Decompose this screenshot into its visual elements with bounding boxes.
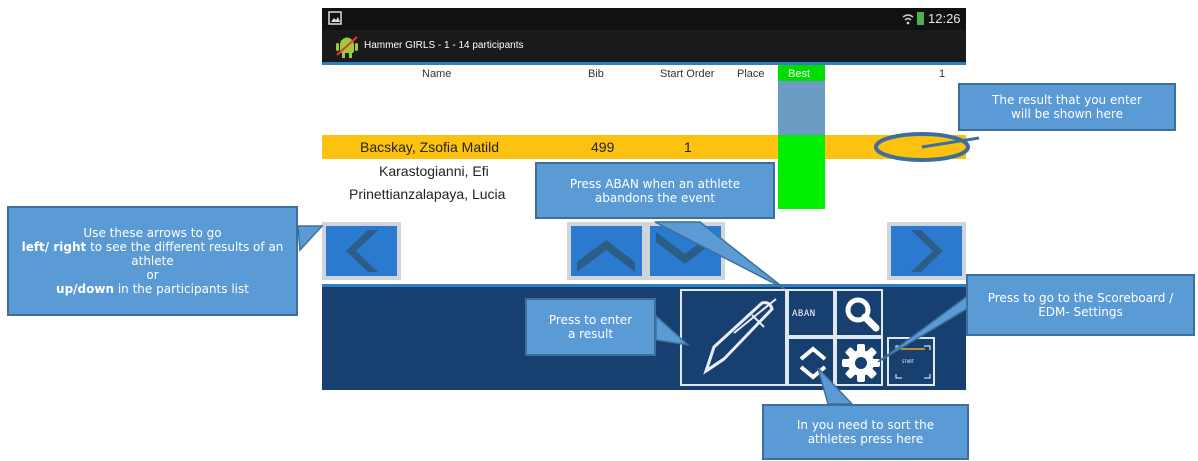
sort-callout-text: In you need to sort the athletes press h… <box>796 418 935 446</box>
arrows-text-line3: in the participants list <box>114 282 249 296</box>
arrows-text-up-down: up/down <box>56 282 115 296</box>
enter-result-callout: Press to enter a result <box>525 298 656 356</box>
aban-callout-text: Press ABAN when an athlete abandons the … <box>569 176 741 205</box>
sort-callout: In you need to sort the athletes press h… <box>762 404 969 460</box>
arrows-callout: Use these arrows to go left/ right to se… <box>7 206 298 316</box>
aban-callout-pointer <box>654 221 786 290</box>
enter-callout-pointer <box>655 314 691 347</box>
arrows-text-line1: Use these arrows to go <box>83 226 222 240</box>
scoreboard-callout-text: Press to go to the Scoreboard / EDM- Set… <box>987 291 1174 319</box>
result-callout: The result that you enter will be shown … <box>958 83 1176 131</box>
arrows-text-or: or <box>146 268 159 282</box>
scoreboard-callout: Press to go to the Scoreboard / EDM- Set… <box>966 274 1195 336</box>
enter-result-callout-text: Press to enter a result <box>548 313 633 341</box>
sort-callout-pointer <box>817 367 854 405</box>
arrows-text-line2: to see the different results of an athle… <box>86 240 284 268</box>
arrows-callout-text: Use these arrows to go left/ right to se… <box>18 226 288 296</box>
arrows-text-left-right: left/ right <box>21 240 87 254</box>
arrows-callout-pointer <box>297 225 324 252</box>
result-callout-text: The result that you enter will be shown … <box>992 93 1142 121</box>
aban-callout: Press ABAN when an athlete abandons the … <box>535 162 775 219</box>
